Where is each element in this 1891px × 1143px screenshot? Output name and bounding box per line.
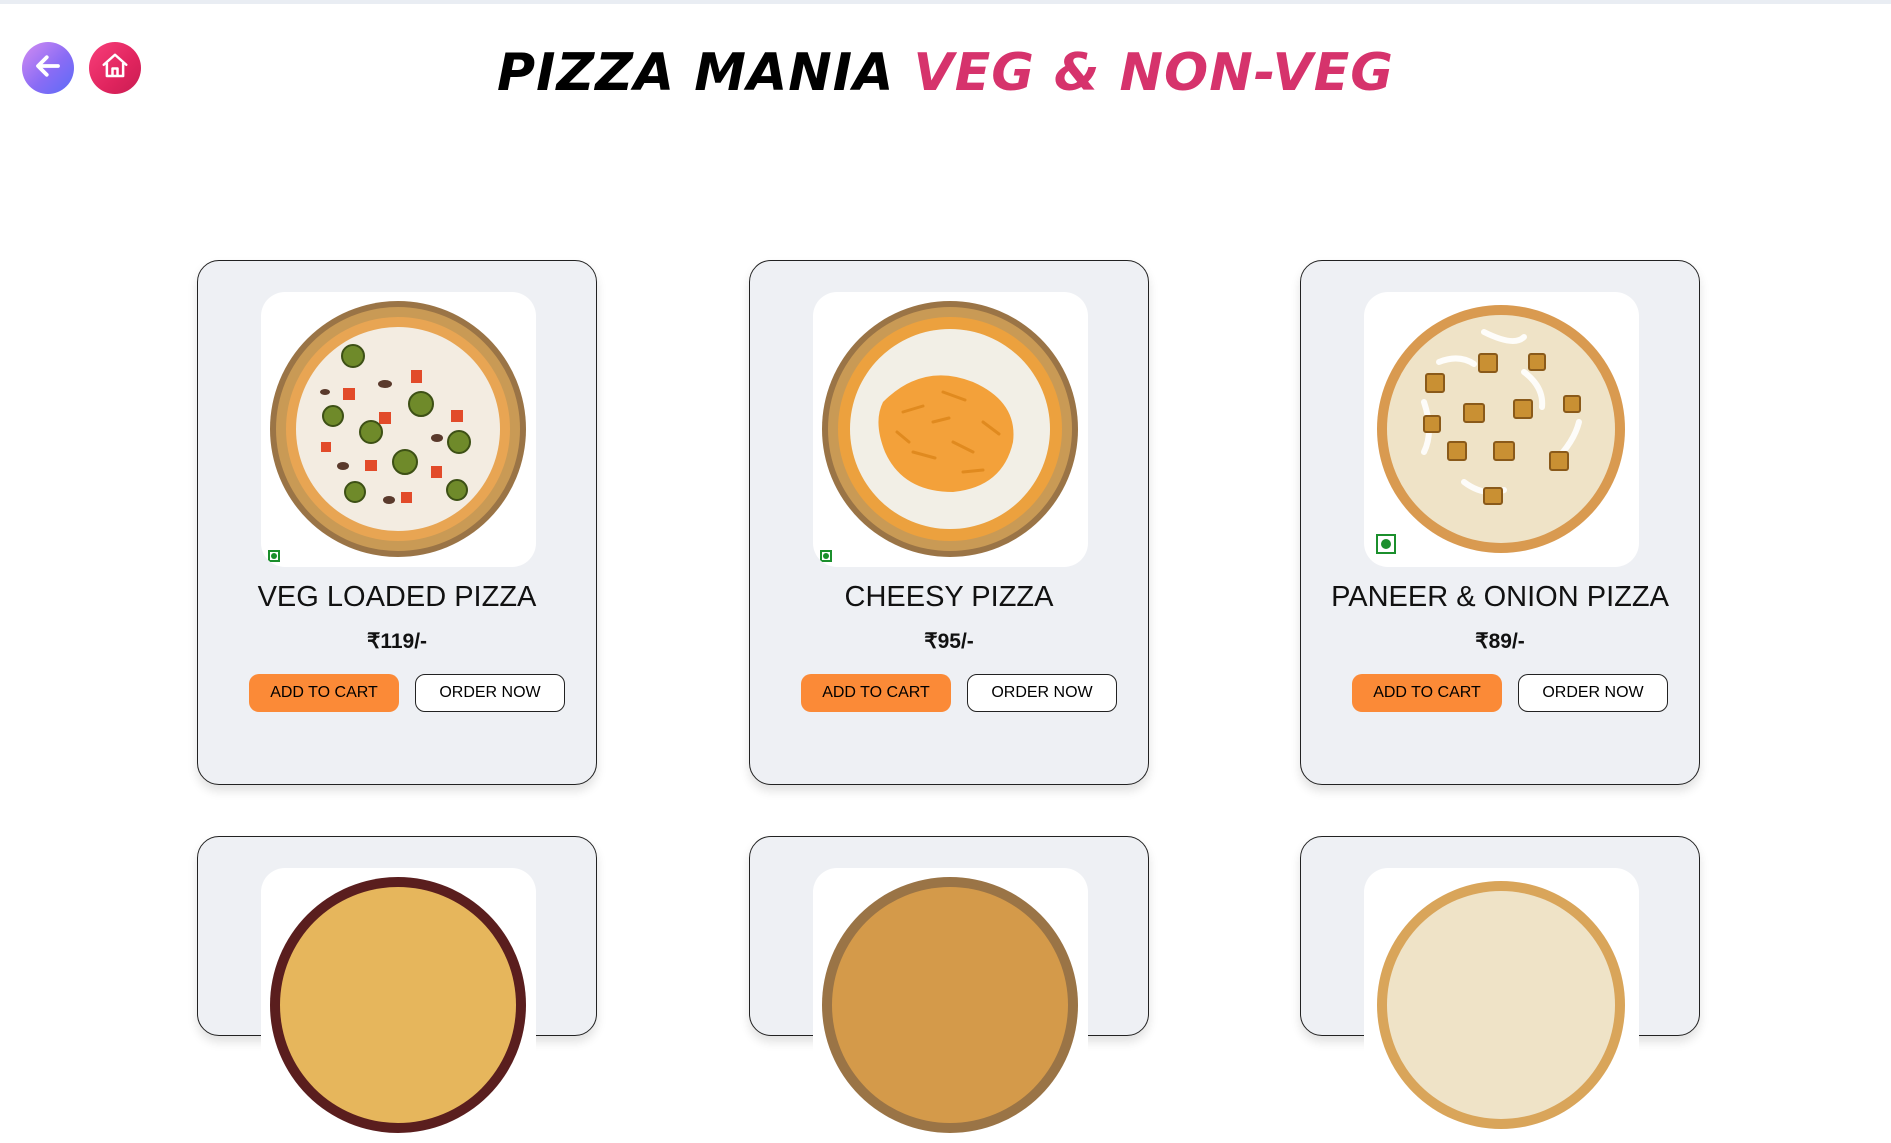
product-name: VEG LOADED PIZZA [257,581,537,613]
product-image [1364,868,1639,1143]
product-price: ₹95/- [924,630,974,653]
page-title-main: PIZZA MANIA [497,43,895,103]
page-title: PIZZA MANIA VEG & NON-VEG [0,38,1891,108]
order-now-button[interactable]: ORDER NOW [415,674,565,712]
top-divider [0,0,1891,4]
add-to-cart-button[interactable]: ADD TO CART [801,674,951,712]
veg-indicator-icon [1376,534,1396,554]
add-to-cart-button[interactable]: ADD TO CART [249,674,399,712]
product-card [197,836,597,1143]
product-card: CHEESY PIZZA ₹95/- ADD TO CART ORDER NOW [749,260,1149,785]
product-name: CHEESY PIZZA [844,581,1054,613]
product-card [749,836,1149,1143]
product-card: VEG LOADED PIZZA ₹119/- ADD TO CART ORDE… [197,260,597,785]
order-now-button[interactable]: ORDER NOW [1518,674,1668,712]
product-card: PANEER & ONION PIZZA ₹89/- ADD TO CART O… [1300,260,1700,785]
product-name: PANEER & ONION PIZZA [1331,581,1669,613]
product-image [813,292,1088,567]
product-image [1364,292,1639,567]
veg-indicator-icon [820,550,832,562]
order-now-button[interactable]: ORDER NOW [967,674,1117,712]
product-price: ₹119/- [366,630,428,653]
product-price: ₹89/- [1475,630,1525,653]
veg-indicator-icon [268,550,280,562]
product-image [261,868,536,1143]
product-card [1300,836,1700,1143]
add-to-cart-button[interactable]: ADD TO CART [1352,674,1502,712]
product-image [813,868,1088,1143]
product-image [261,292,536,567]
page-title-accent: VEG & NON-VEG [913,43,1394,103]
